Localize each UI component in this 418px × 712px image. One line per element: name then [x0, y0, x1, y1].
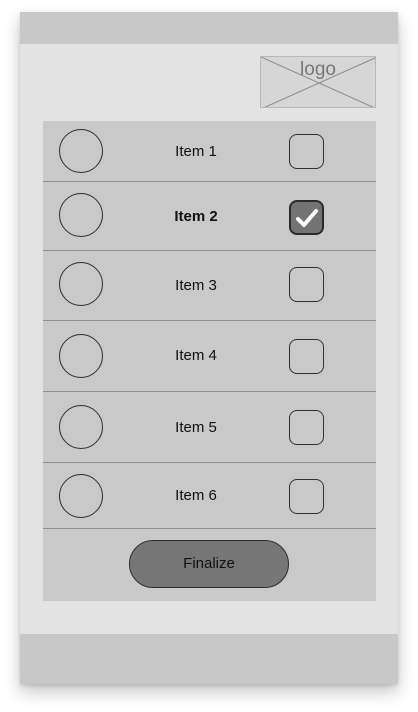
item-checkbox[interactable]: [289, 410, 324, 445]
logo-placeholder: logo: [260, 56, 376, 108]
list-item[interactable]: Item 5: [43, 392, 376, 463]
item-checkbox[interactable]: [289, 339, 324, 374]
circle-avatar-icon: [59, 262, 103, 306]
list-item[interactable]: Item 4: [43, 321, 376, 392]
logo-text: logo: [300, 59, 336, 80]
checkmark-icon: [296, 209, 318, 227]
list-item[interactable]: Item 2: [43, 182, 376, 251]
bottom-bar: [20, 634, 398, 684]
list-item-label: Item 5: [175, 419, 217, 436]
circle-avatar-icon: [59, 405, 103, 449]
circle-avatar-icon: [59, 474, 103, 518]
list-item-label: Item 3: [175, 277, 217, 294]
list-item-label: Item 2: [174, 208, 218, 225]
status-bar: [20, 12, 398, 44]
list-item-label: Item 6: [175, 487, 217, 504]
item-checkbox[interactable]: [289, 479, 324, 514]
item-checkbox[interactable]: [289, 267, 324, 302]
list-item[interactable]: Item 3: [43, 251, 376, 321]
item-checkbox[interactable]: [289, 200, 324, 235]
item-checkbox[interactable]: [289, 134, 324, 169]
circle-avatar-icon: [59, 129, 103, 173]
circle-avatar-icon: [59, 334, 103, 378]
list-item[interactable]: Item 6: [43, 463, 376, 529]
circle-avatar-icon: [59, 193, 103, 237]
list-item[interactable]: Item 1: [43, 121, 376, 182]
phone-frame: logo Item 1 Item 2 Item 3 Item 4 Item 5 …: [20, 12, 398, 684]
list-item-label: Item 4: [175, 347, 217, 364]
list-item-label: Item 1: [175, 143, 217, 160]
finalize-button[interactable]: Finalize: [129, 540, 289, 588]
item-list-panel: Item 1 Item 2 Item 3 Item 4 Item 5 Item …: [43, 121, 376, 601]
